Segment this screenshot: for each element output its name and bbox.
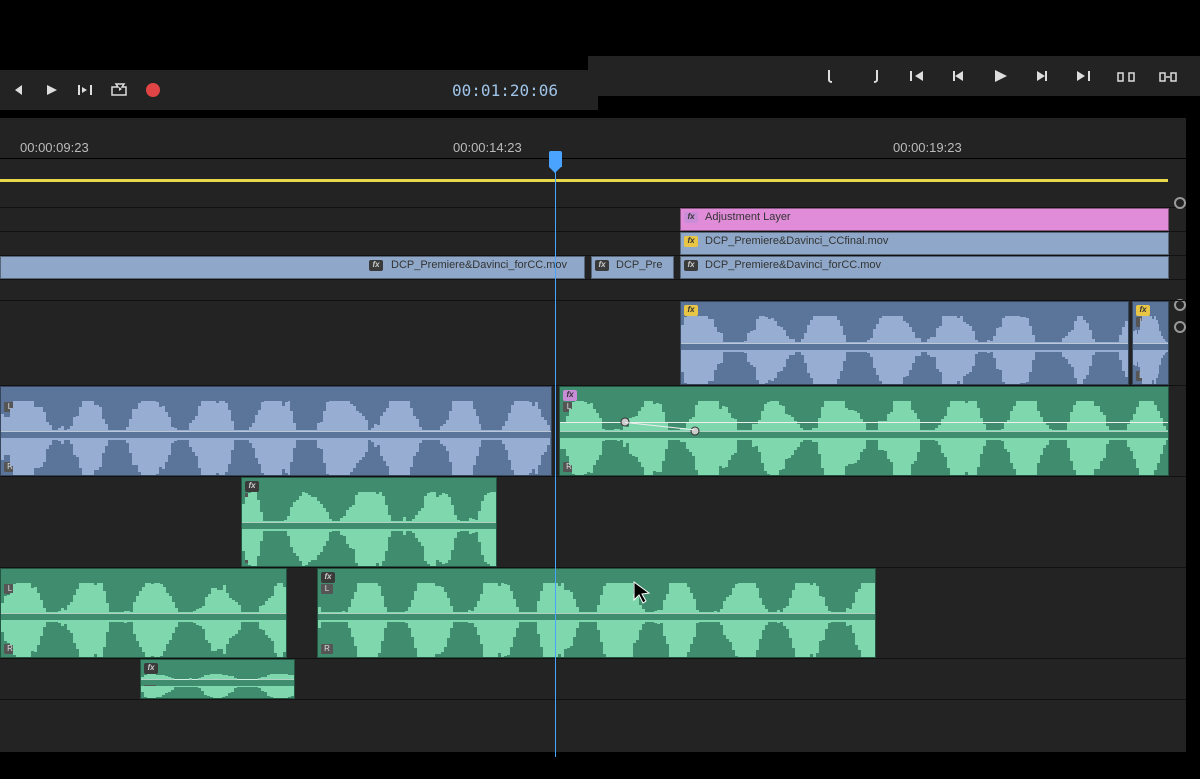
clip-label: Adjustment Layer <box>705 211 791 223</box>
track-a2[interactable]: LRfxLR <box>0 386 1186 477</box>
track-a5[interactable]: fxR <box>0 659 1186 700</box>
fx-badge-icon: fx <box>684 212 698 223</box>
play-button-program[interactable] <box>990 66 1010 86</box>
clip-video[interactable]: fx DCP_Premiere&Davinci_forCC.mov <box>680 256 1169 279</box>
track-v3[interactable]: fx Adjustment Layer <box>0 208 1186 232</box>
lift-button[interactable] <box>1116 66 1136 86</box>
playhead[interactable] <box>555 159 556 187</box>
clip-audio[interactable]: fxLR <box>241 477 497 567</box>
fx-badge-icon: fx <box>563 390 577 401</box>
go-to-out-button[interactable] <box>1074 66 1094 86</box>
track-spacer <box>0 280 1186 301</box>
program-transport <box>588 56 1200 96</box>
clip-audio[interactable]: fxLR <box>559 386 1169 476</box>
play-button[interactable] <box>42 81 60 99</box>
step-forward-button[interactable] <box>1032 66 1052 86</box>
source-timecode[interactable]: 00:01:20:06 <box>452 81 558 100</box>
source-transport: 00:01:20:06 <box>0 70 598 110</box>
track-v4[interactable] <box>0 187 1186 208</box>
keyframe[interactable] <box>691 427 700 436</box>
track-a1[interactable]: fxLRfxLR <box>0 301 1186 386</box>
record-icon <box>146 83 160 97</box>
clip-audio[interactable]: fxLR <box>317 568 876 658</box>
step-back-button[interactable] <box>948 66 968 86</box>
time-label: 00:00:19:23 <box>893 140 962 155</box>
mark-out-button[interactable] <box>864 66 884 86</box>
fx-badge-icon: fx <box>684 305 698 316</box>
fx-badge-icon: fx <box>369 260 383 271</box>
fx-badge-icon: fx <box>144 663 158 674</box>
clip-label: DCP_Premiere&Davinci_CCfinal.mov <box>705 235 888 247</box>
clip-label: DCP_Premiere&Davinci_forCC.mov <box>705 259 881 271</box>
clip-video[interactable]: fx DCP_Premiere&Davinci_CCfinal.mov <box>680 232 1169 255</box>
export-frame-button[interactable] <box>110 81 128 99</box>
clip-adjustment-layer[interactable]: fx Adjustment Layer <box>680 208 1169 231</box>
tracks-area[interactable]: fx Adjustment Layer fx DCP_Premiere&Davi… <box>0 187 1186 700</box>
time-label: 00:00:14:23 <box>453 140 522 155</box>
fx-badge-icon: fx <box>595 260 609 271</box>
track-a4[interactable]: LR fxLR <box>0 568 1186 659</box>
fx-badge-icon: fx <box>1136 305 1150 316</box>
clip-label: DCP_Premiere&Davinci_forCC.mov <box>391 259 567 271</box>
clip-audio[interactable]: LR <box>0 386 552 476</box>
playhead-line <box>555 187 556 757</box>
timeline-header: 00:00:09:23 00:00:14:23 00:00:19:23 <box>0 118 1186 159</box>
fx-badge-icon: fx <box>684 260 698 271</box>
timeline-ruler[interactable] <box>0 159 1186 187</box>
fx-badge-icon: fx <box>321 572 335 583</box>
clip-audio[interactable]: fxR <box>140 659 295 699</box>
prev-frame-button[interactable] <box>8 81 26 99</box>
playhead-handle[interactable] <box>549 151 562 167</box>
clip-video[interactable]: fx DCP_Pre <box>591 256 674 279</box>
track-v1[interactable]: fx DCP_Premiere&Davinci_forCC.mov fx DCP… <box>0 256 1186 280</box>
timeline-panel[interactable]: 00:00:09:23 00:00:14:23 00:00:19:23 fx A… <box>0 118 1186 752</box>
fx-badge-icon: fx <box>245 481 259 492</box>
clip-video[interactable]: fx DCP_Premiere&Davinci_forCC.mov <box>0 256 585 279</box>
track-a3[interactable]: fxLR <box>0 477 1186 568</box>
fx-badge-icon: fx <box>684 236 698 247</box>
go-to-in-button[interactable] <box>906 66 926 86</box>
clip-label: DCP_Pre <box>616 259 662 271</box>
play-in-out-button[interactable] <box>76 81 94 99</box>
extract-button[interactable] <box>1158 66 1178 86</box>
mark-in-button[interactable] <box>822 66 842 86</box>
clip-audio[interactable]: LR <box>0 568 287 658</box>
time-label: 00:00:09:23 <box>20 140 89 155</box>
work-area-bar[interactable] <box>0 179 1168 182</box>
record-button[interactable] <box>144 81 162 99</box>
clip-audio[interactable]: fxLR <box>1132 301 1169 385</box>
clip-audio[interactable]: fxLR <box>680 301 1129 385</box>
track-v2[interactable]: fx DCP_Premiere&Davinci_CCfinal.mov <box>0 232 1186 256</box>
